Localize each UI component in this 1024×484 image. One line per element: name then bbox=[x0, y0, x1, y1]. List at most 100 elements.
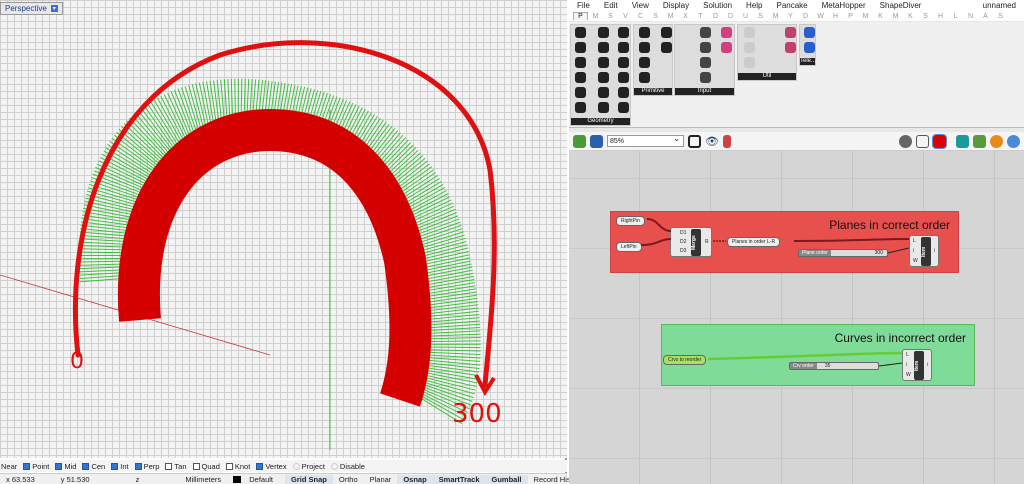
grasshopper-canvas[interactable]: Planes in correct order RightPin LeftPin… bbox=[569, 151, 1024, 484]
wireframe-preview-icon[interactable] bbox=[916, 134, 929, 148]
component-icon[interactable] bbox=[661, 27, 672, 38]
tab-d[interactable]: D bbox=[723, 13, 738, 20]
tab-s[interactable]: S bbox=[753, 13, 768, 20]
tab-w[interactable]: W bbox=[813, 13, 828, 20]
layer[interactable]: Default bbox=[227, 475, 285, 484]
list-item-component[interactable]: L i W Item i bbox=[902, 349, 932, 381]
tab-m[interactable]: M bbox=[663, 13, 678, 20]
tab-c[interactable]: C bbox=[633, 13, 648, 20]
component-icon[interactable] bbox=[618, 27, 629, 38]
param-crvs-to-reorder[interactable]: Crvs to reorder bbox=[663, 355, 707, 365]
tab-v[interactable]: V bbox=[618, 13, 633, 20]
osnap-cen[interactable]: Cen bbox=[82, 462, 105, 471]
tab-t[interactable]: T bbox=[693, 13, 708, 20]
tab-s[interactable]: S bbox=[648, 13, 663, 20]
osnap-tan[interactable]: Tan bbox=[165, 462, 187, 471]
radio-button[interactable] bbox=[292, 462, 300, 470]
zoom-select[interactable]: 85% bbox=[607, 133, 684, 147]
menu-help[interactable]: Help bbox=[746, 1, 762, 10]
param-rightpin[interactable]: RightPin bbox=[616, 216, 645, 226]
component-icon[interactable] bbox=[639, 57, 650, 68]
component-icon[interactable] bbox=[575, 27, 586, 38]
component-icon[interactable] bbox=[700, 42, 711, 53]
component-icon[interactable] bbox=[598, 102, 609, 113]
component-icon[interactable] bbox=[618, 87, 629, 98]
component-icon[interactable] bbox=[681, 27, 692, 38]
tab-x[interactable]: X bbox=[678, 13, 693, 20]
tab-m[interactable]: M bbox=[858, 13, 873, 20]
tab-l[interactable]: L bbox=[948, 13, 963, 20]
toggle-ortho[interactable]: Ortho bbox=[333, 475, 364, 484]
tab-k[interactable]: K bbox=[903, 13, 918, 20]
plane-order-slider[interactable]: Plane order 300 bbox=[798, 249, 888, 257]
merge-component[interactable]: D1 D2 D3 Merge R bbox=[670, 227, 712, 257]
tab-d[interactable]: D bbox=[708, 13, 723, 20]
checkbox[interactable] bbox=[55, 462, 63, 470]
tab-d[interactable]: D bbox=[798, 13, 813, 20]
component-icon[interactable] bbox=[618, 72, 629, 83]
osnap-point[interactable]: Point bbox=[23, 462, 49, 471]
tab-m[interactable]: M bbox=[588, 13, 603, 20]
tab-s[interactable]: S bbox=[993, 13, 1008, 20]
shaded-preview-icon[interactable] bbox=[932, 133, 947, 149]
sketch-icon[interactable] bbox=[722, 134, 731, 148]
osnap-perp[interactable]: Perp bbox=[134, 462, 159, 471]
checkbox[interactable] bbox=[134, 462, 142, 470]
tab-n[interactable]: N bbox=[963, 13, 978, 20]
menu-file[interactable]: File bbox=[577, 1, 590, 10]
component-icon[interactable] bbox=[744, 57, 755, 68]
menu-display[interactable]: Display bbox=[663, 1, 689, 10]
menu-shapediver[interactable]: ShapeDiver bbox=[880, 1, 922, 10]
toggle-grid-snap[interactable]: Grid Snap bbox=[285, 474, 333, 484]
component-icon[interactable] bbox=[598, 27, 609, 38]
component-icon[interactable] bbox=[598, 72, 609, 83]
tab-m[interactable]: M bbox=[888, 13, 903, 20]
tab-h[interactable]: H bbox=[828, 13, 843, 20]
preview-mesh-icon[interactable] bbox=[956, 134, 969, 148]
component-icon[interactable] bbox=[639, 72, 650, 83]
component-icon[interactable] bbox=[700, 57, 711, 68]
component-icon[interactable] bbox=[661, 42, 672, 53]
menu-edit[interactable]: Edit bbox=[604, 1, 618, 10]
osnap-near[interactable]: Near bbox=[1, 462, 17, 471]
tab-u[interactable]: U bbox=[738, 13, 753, 20]
component-icon[interactable] bbox=[598, 42, 609, 53]
toggle-gumball[interactable]: Gumball bbox=[485, 474, 528, 484]
toggle-smarttrack[interactable]: SmartTrack bbox=[432, 474, 486, 484]
component-icon[interactable] bbox=[575, 102, 586, 113]
component-icon[interactable] bbox=[598, 87, 609, 98]
component-icon[interactable] bbox=[785, 42, 796, 53]
tab-y[interactable]: Y bbox=[783, 13, 798, 20]
checkbox[interactable] bbox=[225, 462, 233, 470]
component-icon[interactable] bbox=[598, 57, 609, 68]
component-icon[interactable] bbox=[744, 27, 755, 38]
checkbox[interactable] bbox=[256, 462, 264, 470]
tab-k[interactable]: K bbox=[873, 13, 888, 20]
tab-s[interactable]: S bbox=[918, 13, 933, 20]
menu-solution[interactable]: Solution bbox=[703, 1, 732, 10]
param-leftpin[interactable]: LeftPin bbox=[616, 242, 642, 252]
osnap-int[interactable]: Int bbox=[111, 462, 129, 471]
component-icon[interactable] bbox=[618, 42, 629, 53]
checkbox[interactable] bbox=[192, 462, 200, 470]
osnap-disable[interactable]: Disable bbox=[330, 462, 365, 471]
menu-metahopper[interactable]: MetaHopper bbox=[822, 1, 866, 10]
eye-icon[interactable]: 👁 bbox=[705, 135, 719, 148]
osnap-project[interactable]: Project bbox=[292, 462, 325, 471]
material-icon[interactable] bbox=[990, 134, 1003, 148]
component-icon[interactable] bbox=[639, 42, 650, 53]
zoom-extents-icon[interactable] bbox=[688, 134, 701, 148]
component-icon[interactable] bbox=[700, 72, 711, 83]
component-icon[interactable] bbox=[681, 42, 692, 53]
preview-settings-icon[interactable] bbox=[973, 134, 986, 148]
component-icon[interactable] bbox=[575, 72, 586, 83]
tab-s[interactable]: S bbox=[603, 13, 618, 20]
perspective-viewport[interactable]: 0 300 Perspective ▾ bbox=[0, 0, 567, 458]
component-icon[interactable] bbox=[575, 57, 586, 68]
tab-p[interactable]: P bbox=[573, 12, 588, 20]
component-icon[interactable] bbox=[804, 42, 815, 53]
crv-order-slider[interactable]: Crv order 35 bbox=[789, 362, 879, 370]
menu-view[interactable]: View bbox=[632, 1, 649, 10]
save-file-icon[interactable] bbox=[590, 134, 603, 148]
component-icon[interactable] bbox=[639, 27, 650, 38]
